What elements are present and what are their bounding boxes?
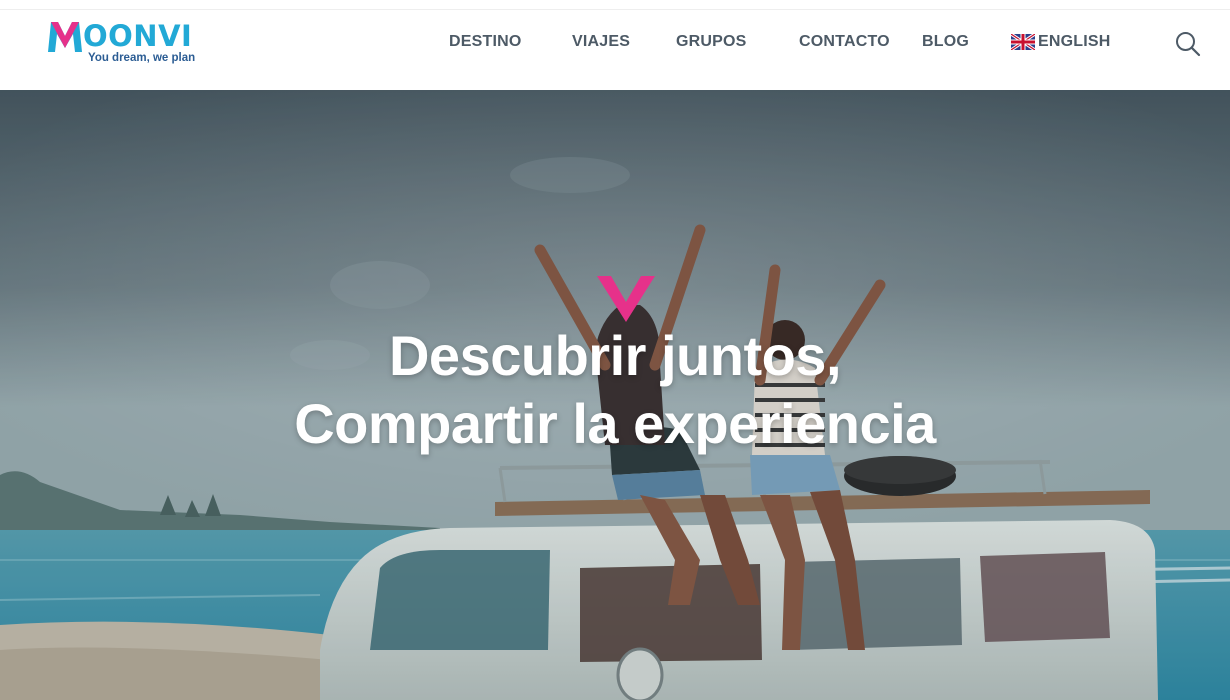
logo-wordmark-text: OONVI: [83, 19, 193, 53]
nav-language-switch[interactable]: ENGLISH: [1011, 30, 1111, 54]
nav-blog[interactable]: BLOG: [922, 30, 969, 54]
nav-contacto[interactable]: CONTACTO: [799, 30, 890, 54]
top-divider: [0, 0, 1230, 10]
nav-viajes[interactable]: VIAJES: [572, 30, 630, 54]
logo-m-icon: [48, 22, 82, 52]
moonvi-logo[interactable]: OONVI You dream, we plan: [48, 16, 198, 72]
hero-title-line-2: Compartir la experiencia: [294, 392, 936, 455]
nav-destino[interactable]: DESTINO: [449, 30, 522, 54]
nav-language-label: ENGLISH: [1038, 33, 1111, 50]
site-header: OONVI You dream, we plan DESTINO VIAJES …: [0, 0, 1230, 90]
hero-title-line-1: Descubrir juntos,: [388, 324, 842, 387]
logo-tagline: You dream, we plan: [88, 52, 196, 64]
logo-wordmark: OONVI: [48, 16, 192, 52]
uk-flag-icon: [1011, 34, 1035, 50]
hero-title: Descubrir juntos, Compartir la experienc…: [0, 322, 1230, 458]
nav-grupos[interactable]: GRUPOS: [676, 30, 747, 54]
search-icon[interactable]: [1174, 30, 1202, 58]
moonvi-v-mark-icon: [597, 274, 655, 322]
hero-banner: Descubrir juntos, Compartir la experienc…: [0, 90, 1230, 700]
